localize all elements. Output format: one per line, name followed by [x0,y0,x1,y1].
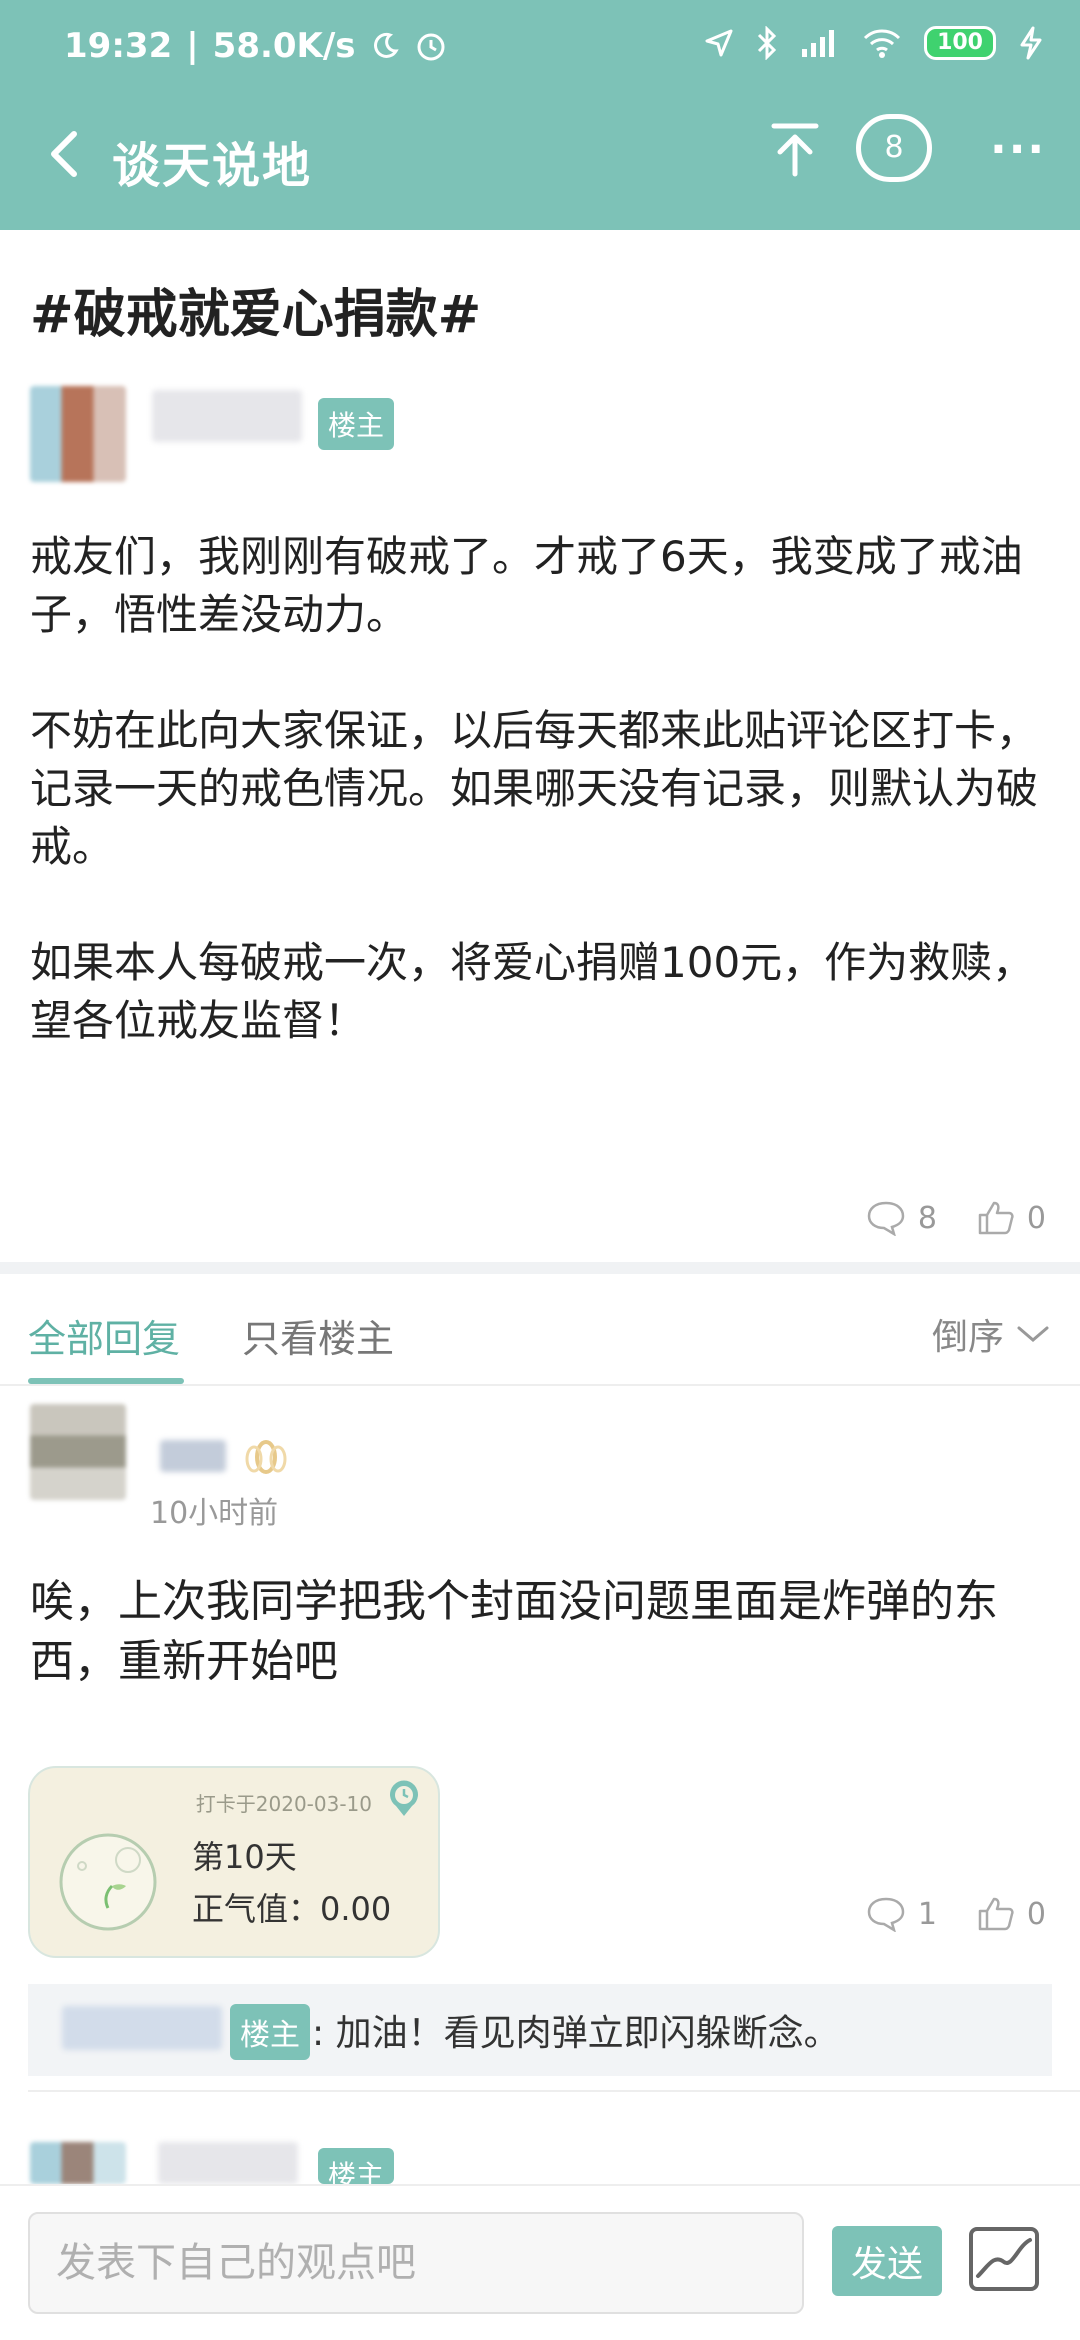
tab-all-replies[interactable]: 全部回复 [28,1308,180,1363]
reply-like-button[interactable]: 0 [977,1896,1046,1932]
reply-comment-button[interactable]: 1 [866,1896,937,1932]
reply-comment-count: 1 [917,1896,937,1932]
post-title: #破戒就爱心捐款# [30,285,482,345]
reply-username[interactable] [160,1440,226,1472]
status-bar: 19:32 | 58.0K/s 100 [0,0,1080,96]
reply-stats: 1 0 [866,1896,1046,1932]
checkin-date: 打卡于2020-03-10 [195,1792,372,1816]
active-tab-indicator [28,1378,184,1384]
checkin-score: 正气值：0.00 [192,1890,392,1928]
sub-reply[interactable]: 楼主 : 加油！看见肉弹立即闪躲断念。 [28,1984,1052,2076]
post-like-count: 0 [1026,1200,1046,1236]
thumbs-up-icon [978,1201,1014,1235]
comment-input[interactable] [28,2212,804,2314]
post-comment-count: 8 [917,1200,937,1236]
author-name[interactable] [152,390,302,442]
reply-tabs: 全部回复 只看楼主 倒序 [0,1274,1080,1386]
sub-reply-username[interactable] [62,2006,222,2050]
post-stats: 8 0 [866,1200,1046,1236]
scroll-to-top-icon[interactable] [764,118,826,180]
checkin-day: 第10天 [192,1838,297,1876]
send-button[interactable]: 发送 [832,2226,942,2296]
app-header: 谈天说地 8 ··· [0,96,1080,230]
image-upload-icon[interactable] [968,2226,1040,2292]
next-reply-avatar[interactable] [30,2142,126,2184]
bluetooth-icon [758,26,777,60]
reply-avatar[interactable] [30,1404,126,1500]
comment-icon [867,1897,905,1932]
location-icon [705,29,733,57]
wifi-icon [864,29,901,58]
comment-count-button[interactable]: 8 [856,114,932,182]
thumbs-up-icon [978,1897,1014,1931]
post-like-button[interactable]: 0 [977,1200,1046,1236]
status-right: 100 [704,26,1044,60]
post: #破戒就爱心捐款# 楼主 戒友们，我刚刚有破戒了。才戒了6天，我变成了戒油子，悟… [0,230,1080,1260]
author-avatar[interactable] [30,386,126,482]
next-reply-op-badge: 楼主 [318,2148,395,2184]
tab-op-only[interactable]: 只看楼主 [242,1308,394,1363]
page-title: 谈天说地 [112,138,313,194]
level-badge-icon [245,1440,287,1474]
post-comment-button[interactable]: 8 [866,1200,937,1236]
reply-like-count: 0 [1026,1896,1046,1932]
status-time: 19:32 [64,26,173,66]
reply-timestamp: 10小时前 [150,1496,279,1531]
section-divider [0,1262,1080,1274]
comment-icon [867,1201,905,1236]
sprout-icon [59,1833,157,1931]
more-options-icon[interactable]: ··· [990,124,1046,175]
sub-reply-text: : 加油！看见肉弹立即闪躲断念。 [312,2013,840,2054]
status-left: 19:32 | 58.0K/s [64,26,448,66]
post-body: 戒友们，我刚刚有破戒了。才戒了6天，我变成了戒油子，悟性差没动力。 不妨在此向大… [30,532,1039,1045]
sub-reply-op-badge: 楼主 [230,2004,310,2060]
reply-divider [28,2090,1080,2092]
op-badge: 楼主 [318,398,395,450]
next-reply-username[interactable] [158,2142,298,2184]
reply-text: 唉，上次我同学把我个封面没问题里面是炸弹的东西，重新开始吧 [30,1576,998,1687]
battery-indicator: 100 [924,26,996,60]
back-arrow-icon[interactable] [36,124,96,184]
network-speed: 58.0K/s [212,26,356,66]
charging-icon [1020,26,1042,60]
alarm-icon [417,33,445,61]
moon-icon [373,32,399,58]
clock-pin-icon [390,1780,418,1816]
sort-label: 倒序 [931,1317,1004,1358]
status-separator: | [186,26,199,66]
checkin-card[interactable]: 打卡于2020-03-10 第10天 正气值：0.00 [28,1766,440,1958]
signal-icon [802,30,835,57]
chevron-down-icon [1017,1326,1049,1342]
comment-bar: 发送 [0,2184,1080,2340]
sort-toggle[interactable]: 倒序 [932,1308,1050,1360]
